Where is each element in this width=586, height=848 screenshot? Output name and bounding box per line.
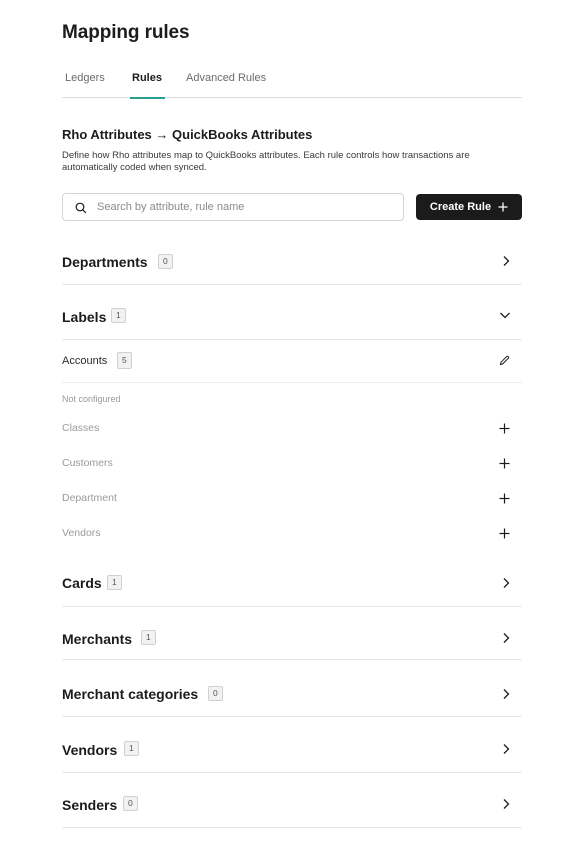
create-rule-label: Create Rule — [429, 201, 492, 213]
tab-rules-label: Rules — [132, 72, 162, 84]
rule-label-accounts: Accounts — [62, 355, 108, 367]
tab-rules[interactable]: Rules — [130, 72, 165, 99]
unconfigured-label: Department — [62, 492, 117, 504]
plus-icon — [498, 202, 508, 212]
unconfigured-label: Customers — [62, 457, 113, 469]
count-badge: 5 — [117, 352, 132, 369]
group-row-merchant-categories[interactable]: Merchant categories 0 — [62, 673, 522, 717]
search-icon — [75, 202, 87, 214]
tab-advanced-rules[interactable]: Advanced Rules — [186, 72, 266, 98]
group-label-merchant-categories: Merchant categories — [62, 686, 199, 702]
rule-row-accounts[interactable]: Accounts 5 — [62, 340, 522, 383]
page-title: Mapping rules — [62, 22, 190, 43]
plus-icon[interactable] — [499, 458, 510, 469]
unconfigured-label: Classes — [62, 422, 100, 434]
group-label-senders: Senders — [62, 797, 118, 813]
unconfigured-row-vendors: Vendors — [62, 523, 522, 545]
count-badge: 1 — [107, 575, 122, 590]
unconfigured-row-customers: Customers — [62, 453, 522, 475]
count-badge: 0 — [208, 686, 223, 701]
search-input[interactable] — [97, 198, 392, 216]
group-label-vendors: Vendors — [62, 742, 118, 758]
group-row-departments[interactable]: Departments 0 — [62, 240, 522, 285]
not-configured-heading: Not configured — [62, 394, 121, 404]
group-label-merchants: Merchants — [62, 631, 133, 647]
count-badge: 1 — [124, 741, 139, 756]
unconfigured-row-department: Department — [62, 488, 522, 510]
chevron-right-icon — [503, 578, 510, 588]
tab-ledgers[interactable]: Ledgers — [65, 72, 105, 98]
group-label-cards: Cards — [62, 575, 102, 591]
count-badge: 0 — [158, 254, 173, 269]
count-badge: 1 — [111, 308, 126, 323]
tab-bar: Ledgers Rules Advanced Rules — [62, 70, 522, 99]
group-row-merchants[interactable]: Merchants 1 — [62, 618, 522, 660]
pencil-icon[interactable] — [499, 355, 510, 366]
plus-icon[interactable] — [499, 493, 510, 504]
plus-icon[interactable] — [499, 528, 510, 539]
chevron-down-icon — [500, 312, 510, 319]
unconfigured-label: Vendors — [62, 527, 101, 539]
chevron-right-icon — [503, 256, 510, 266]
group-row-cards[interactable]: Cards 1 — [62, 562, 522, 607]
chevron-right-icon — [503, 633, 510, 643]
plus-icon[interactable] — [499, 423, 510, 434]
section-title: Rho Attributes → QuickBooks Attributes — [62, 127, 313, 142]
group-label-labels: Labels — [62, 309, 107, 325]
count-badge: 1 — [141, 630, 156, 645]
chevron-right-icon — [503, 799, 510, 809]
chevron-right-icon — [503, 744, 510, 754]
search-box[interactable] — [62, 193, 404, 221]
create-rule-button[interactable]: Create Rule — [416, 194, 522, 220]
section-description: Define how Rho attributes map to QuickBo… — [62, 150, 470, 173]
unconfigured-row-classes: Classes — [62, 418, 522, 440]
group-row-senders[interactable]: Senders 0 — [62, 784, 522, 828]
chevron-right-icon — [503, 689, 510, 699]
group-label-departments: Departments — [62, 254, 148, 270]
count-badge: 0 — [123, 796, 138, 811]
group-row-vendors[interactable]: Vendors 1 — [62, 729, 522, 773]
active-tab-indicator — [130, 97, 165, 99]
group-row-labels[interactable]: Labels 1 — [62, 296, 522, 340]
